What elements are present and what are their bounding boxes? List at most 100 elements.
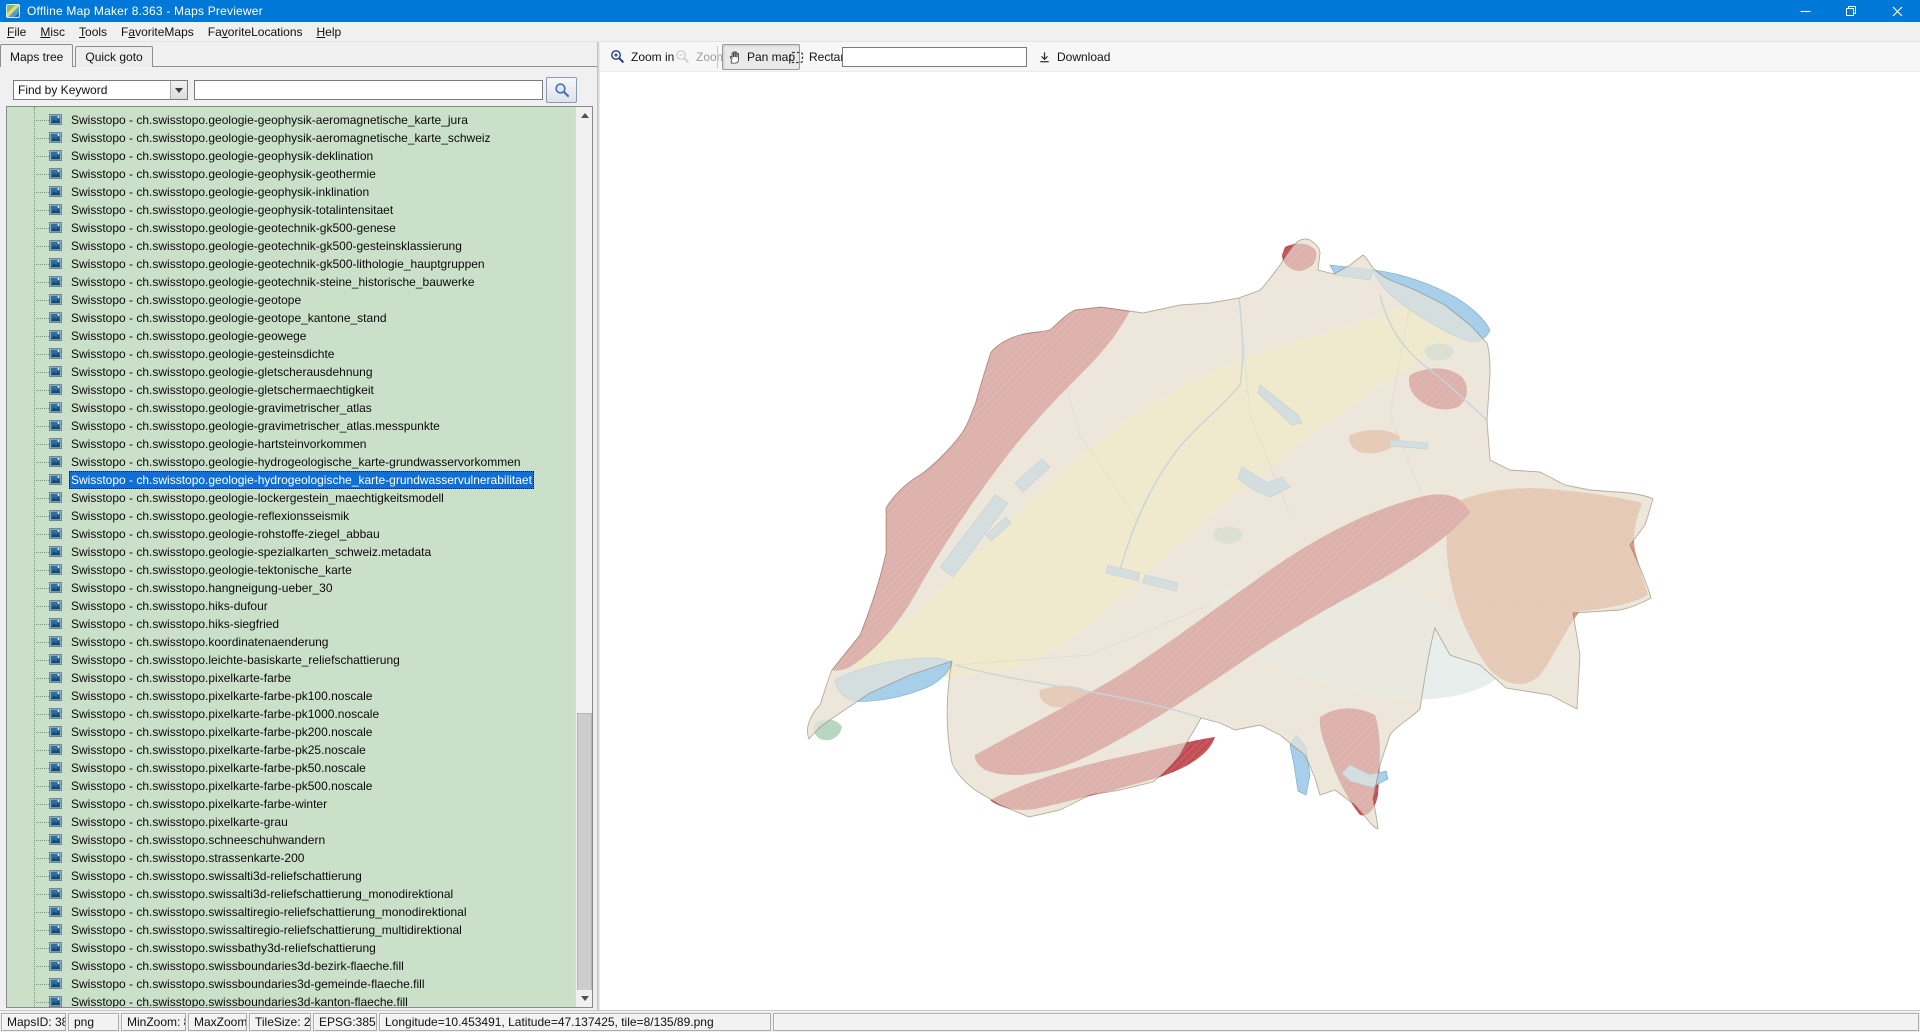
map-layer-icon	[49, 114, 62, 125]
tree-item[interactable]: Swisstopo - ch.swisstopo.geologie-geophy…	[7, 147, 592, 165]
tree-item-label: Swisstopo - ch.swisstopo.swissbathy3d-re…	[69, 939, 378, 957]
map-layer-icon	[49, 942, 62, 953]
tree-item[interactable]: Swisstopo - ch.swisstopo.pixelkarte-farb…	[7, 777, 592, 795]
restore-button[interactable]	[1828, 0, 1874, 22]
tree-connector	[34, 282, 49, 283]
tree-item[interactable]: Swisstopo - ch.swisstopo.geologie-geoweg…	[7, 327, 592, 345]
statusbar: MapsID: 3879pngMinZoom: 8MaxZoom: 18Tile…	[0, 1010, 1920, 1032]
tree-item[interactable]: Swisstopo - ch.swisstopo.geologie-hartst…	[7, 435, 592, 453]
tree-connector	[34, 624, 49, 625]
tree-item-label: Swisstopo - ch.swisstopo.hiks-siegfried	[69, 615, 281, 633]
tree-connector	[34, 390, 49, 391]
tree-item[interactable]: Swisstopo - ch.swisstopo.geologie-geotec…	[7, 237, 592, 255]
tree-item[interactable]: Swisstopo - ch.swisstopo.hangneigung-ueb…	[7, 579, 592, 597]
tree-item-label: Swisstopo - ch.swisstopo.geologie-hartst…	[69, 435, 368, 453]
tree-connector	[34, 498, 49, 499]
tab-quick-goto[interactable]: Quick goto	[75, 46, 152, 67]
tree-item[interactable]: Swisstopo - ch.swisstopo.pixelkarte-farb…	[7, 669, 592, 687]
tree-item[interactable]: Swisstopo - ch.swisstopo.swissboundaries…	[7, 975, 592, 993]
search-mode-combobox[interactable]: Find by Keyword	[13, 80, 188, 100]
status-maps-id: MapsID: 3879	[1, 1013, 66, 1031]
tree-item[interactable]: Swisstopo - ch.swisstopo.geologie-geophy…	[7, 129, 592, 147]
tree-item-label: Swisstopo - ch.swisstopo.geologie-geophy…	[69, 147, 375, 165]
tree-item[interactable]: Swisstopo - ch.swisstopo.geologie-gletsc…	[7, 363, 592, 381]
minimize-button[interactable]	[1782, 0, 1828, 22]
scroll-up-button[interactable]	[576, 107, 593, 124]
tree-item[interactable]: Swisstopo - ch.swisstopo.schneeschuhwand…	[7, 831, 592, 849]
chevron-down-icon[interactable]	[170, 81, 187, 99]
tree-item[interactable]: Swisstopo - ch.swisstopo.strassenkarte-2…	[7, 849, 592, 867]
tree-item-label: Swisstopo - ch.swisstopo.geologie-geotop…	[69, 309, 389, 327]
tree-item[interactable]: Swisstopo - ch.swisstopo.leichte-basiska…	[7, 651, 592, 669]
tree-item-label: Swisstopo - ch.swisstopo.swissalti3d-rel…	[69, 867, 364, 885]
tree-item-label: Swisstopo - ch.swisstopo.geologie-geotec…	[69, 255, 487, 273]
menu-tools[interactable]: Tools	[72, 22, 114, 41]
map-layer-icon	[49, 924, 62, 935]
tree-item[interactable]: Swisstopo - ch.swisstopo.pixelkarte-grau	[7, 813, 592, 831]
tree-item-label: Swisstopo - ch.swisstopo.geologie-gletsc…	[69, 363, 375, 381]
tree-item[interactable]: Swisstopo - ch.swisstopo.geologie-geotop…	[7, 291, 592, 309]
tree-item[interactable]: Swisstopo - ch.swisstopo.geologie-geophy…	[7, 201, 592, 219]
tree-item[interactable]: Swisstopo - ch.swisstopo.geologie-geophy…	[7, 111, 592, 129]
tree-item[interactable]: Swisstopo - ch.swisstopo.geologie-gestei…	[7, 345, 592, 363]
tree-connector	[34, 1002, 49, 1003]
scrollbar-thumb[interactable]	[577, 713, 592, 991]
tree-item[interactable]: Swisstopo - ch.swisstopo.hiks-dufour	[7, 597, 592, 615]
download-button[interactable]: Download	[1032, 44, 1115, 70]
titlebar: Offline Map Maker 8.363 - Maps Previewer	[0, 0, 1920, 22]
tree-item[interactable]: Swisstopo - ch.swisstopo.geologie-gletsc…	[7, 381, 592, 399]
map-layer-icon	[49, 600, 62, 611]
map-layer-icon	[49, 438, 62, 449]
tree-item[interactable]: Swisstopo - ch.swisstopo.hiks-siegfried	[7, 615, 592, 633]
coordinate-input[interactable]	[842, 47, 1027, 67]
tree-item[interactable]: Swisstopo - ch.swisstopo.geologie-geophy…	[7, 183, 592, 201]
tree-item[interactable]: Swisstopo - ch.swisstopo.geologie-geotec…	[7, 219, 592, 237]
tree-item-label: Swisstopo - ch.swisstopo.swissboundaries…	[69, 957, 406, 975]
tree-item[interactable]: Swisstopo - ch.swisstopo.pixelkarte-farb…	[7, 795, 592, 813]
tree-item[interactable]: Swisstopo - ch.swisstopo.pixelkarte-farb…	[7, 741, 592, 759]
close-button[interactable]	[1874, 0, 1920, 22]
tree-item[interactable]: Swisstopo - ch.swisstopo.pixelkarte-farb…	[7, 687, 592, 705]
menu-help[interactable]: Help	[310, 22, 349, 41]
map-canvas[interactable]	[600, 72, 1920, 1010]
tree-scrollbar[interactable]	[575, 107, 592, 1007]
tree-item[interactable]: Swisstopo - ch.swisstopo.geologie-rohsto…	[7, 525, 592, 543]
menu-misc[interactable]: Misc	[33, 22, 72, 41]
tree-connector	[34, 876, 49, 877]
tree-item-label: Swisstopo - ch.swisstopo.geologie-reflex…	[69, 507, 351, 525]
tree-item[interactable]: Swisstopo - ch.swisstopo.geologie-geophy…	[7, 165, 592, 183]
tree-item-label: Swisstopo - ch.swisstopo.geologie-geoweg…	[69, 327, 308, 345]
menu-favoritelocations[interactable]: FavoriteLocations	[201, 22, 310, 41]
tree-item[interactable]: Swisstopo - ch.swisstopo.geologie-gravim…	[7, 417, 592, 435]
tree-item[interactable]: Swisstopo - ch.swisstopo.geologie-gravim…	[7, 399, 592, 417]
tree-item[interactable]: Swisstopo - ch.swisstopo.swissalti3d-rel…	[7, 885, 592, 903]
tree-item[interactable]: Swisstopo - ch.swisstopo.geologie-geotec…	[7, 273, 592, 291]
tree-connector	[34, 570, 49, 571]
tree-item[interactable]: Swisstopo - ch.swisstopo.geologie-hydrog…	[7, 471, 592, 489]
tree-item[interactable]: Swisstopo - ch.swisstopo.pixelkarte-farb…	[7, 705, 592, 723]
tree-item[interactable]: Swisstopo - ch.swisstopo.swissaltiregio-…	[7, 921, 592, 939]
tree-item[interactable]: Swisstopo - ch.swisstopo.geologie-hydrog…	[7, 453, 592, 471]
search-button[interactable]	[546, 77, 577, 103]
menu-file[interactable]: File	[0, 22, 33, 41]
tree-item[interactable]: Swisstopo - ch.swisstopo.swissalti3d-rel…	[7, 867, 592, 885]
tree-item[interactable]: Swisstopo - ch.swisstopo.geologie-spezia…	[7, 543, 592, 561]
zoom-in-button[interactable]: Zoom in	[605, 44, 679, 70]
tree-item[interactable]: Swisstopo - ch.swisstopo.geologie-reflex…	[7, 507, 592, 525]
tree-item[interactable]: Swisstopo - ch.swisstopo.geologie-locker…	[7, 489, 592, 507]
tab-maps-tree[interactable]: Maps tree	[0, 44, 73, 67]
tree-item-label: Swisstopo - ch.swisstopo.pixelkarte-farb…	[69, 777, 374, 795]
tree-item[interactable]: Swisstopo - ch.swisstopo.swissboundaries…	[7, 993, 592, 1008]
tree-item[interactable]: Swisstopo - ch.swisstopo.swissboundaries…	[7, 957, 592, 975]
search-input[interactable]	[194, 80, 543, 100]
tree-item[interactable]: Swisstopo - ch.swisstopo.pixelkarte-farb…	[7, 723, 592, 741]
scroll-down-button[interactable]	[576, 990, 593, 1007]
tree-item[interactable]: Swisstopo - ch.swisstopo.geologie-geotec…	[7, 255, 592, 273]
tree-item[interactable]: Swisstopo - ch.swisstopo.geologie-geotop…	[7, 309, 592, 327]
tree-item[interactable]: Swisstopo - ch.swisstopo.swissbathy3d-re…	[7, 939, 592, 957]
tree-item[interactable]: Swisstopo - ch.swisstopo.swissaltiregio-…	[7, 903, 592, 921]
tree-item[interactable]: Swisstopo - ch.swisstopo.geologie-tekton…	[7, 561, 592, 579]
tree-item[interactable]: Swisstopo - ch.swisstopo.pixelkarte-farb…	[7, 759, 592, 777]
tree-item[interactable]: Swisstopo - ch.swisstopo.koordinatenaend…	[7, 633, 592, 651]
menu-favoritemaps[interactable]: FavoriteMaps	[114, 22, 201, 41]
